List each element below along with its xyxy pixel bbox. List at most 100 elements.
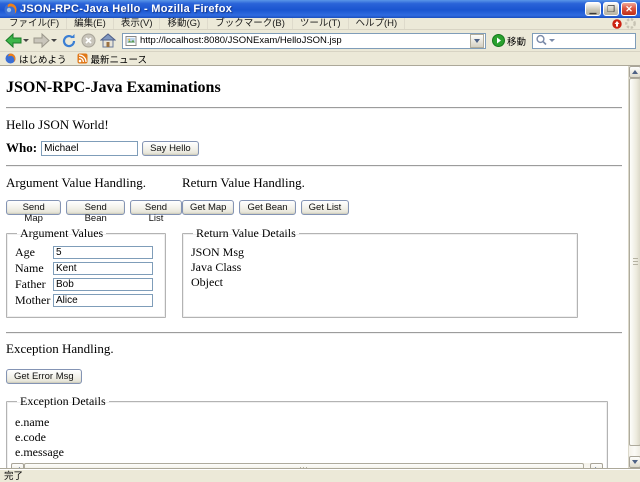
- close-button[interactable]: ✕: [621, 2, 637, 16]
- argument-section-title: Argument Value Handling.: [6, 175, 182, 191]
- java-class-label: Java Class: [191, 260, 569, 274]
- father-input[interactable]: [53, 278, 153, 291]
- minimize-button[interactable]: ▁: [585, 2, 601, 16]
- argument-values-legend: Argument Values: [17, 226, 106, 241]
- father-label: Father: [15, 277, 53, 292]
- get-list-button[interactable]: Get List: [301, 200, 350, 215]
- send-list-button[interactable]: Send List: [130, 200, 182, 215]
- page-favicon-icon[interactable]: [125, 35, 137, 47]
- address-bar[interactable]: [122, 33, 486, 49]
- content-viewport: JSON-RPC-Java Examinations Hello JSON Wo…: [0, 66, 640, 468]
- argument-values-fieldset: Argument Values Age Name Father: [6, 226, 166, 318]
- bookmark-label: 最新ニュース: [91, 52, 148, 66]
- forward-dropdown-icon[interactable]: [51, 39, 57, 42]
- forward-button[interactable]: [32, 32, 58, 50]
- horizontal-scrollbar-thumb[interactable]: [24, 463, 584, 468]
- send-bean-button[interactable]: Send Bean: [66, 200, 125, 215]
- scroll-right-button[interactable]: [590, 463, 603, 468]
- object-label: Object: [191, 275, 569, 289]
- menu-help[interactable]: ヘルプ(H): [349, 18, 406, 29]
- divider: [6, 332, 622, 334]
- bookmark-getting-started[interactable]: はじめよう: [5, 52, 67, 66]
- argument-row: Age: [15, 245, 157, 260]
- say-hello-button[interactable]: Say Hello: [142, 141, 199, 156]
- menu-view[interactable]: 表示(V): [114, 18, 161, 29]
- age-input[interactable]: [53, 246, 153, 259]
- vertical-scrollbar-thumb[interactable]: [629, 78, 640, 446]
- name-input[interactable]: [53, 262, 153, 275]
- argument-row: Father: [15, 277, 157, 292]
- restore-button[interactable]: ❐: [603, 2, 619, 16]
- stop-icon: [81, 33, 96, 48]
- menu-go[interactable]: 移動(G): [160, 18, 208, 29]
- age-label: Age: [15, 245, 53, 260]
- mother-label: Mother: [15, 293, 53, 308]
- name-label: Name: [15, 261, 53, 276]
- argument-row: Mother: [15, 293, 157, 308]
- exception-section-title: Exception Handling.: [6, 341, 622, 357]
- address-dropdown-button[interactable]: [470, 34, 484, 48]
- back-dropdown-icon[interactable]: [23, 39, 29, 42]
- web-page: JSON-RPC-Java Examinations Hello JSON Wo…: [0, 66, 628, 468]
- bookmark-label: はじめよう: [19, 52, 67, 66]
- menu-tools[interactable]: ツール(T): [293, 18, 349, 29]
- menu-bookmarks[interactable]: ブックマーク(B): [208, 18, 293, 29]
- home-button[interactable]: [99, 32, 117, 50]
- go-label: 移動: [507, 34, 526, 48]
- navigation-toolbar: 移動: [0, 30, 640, 52]
- return-section-title: Return Value Handling.: [182, 175, 622, 191]
- stop-button[interactable]: [80, 32, 97, 50]
- page-title: JSON-RPC-Java Examinations: [6, 79, 622, 97]
- hello-text: Hello JSON World!: [6, 117, 622, 133]
- search-icon[interactable]: [535, 34, 548, 47]
- argument-row: Name: [15, 261, 157, 276]
- menubar: ファイル(F) 編集(E) 表示(V) 移動(G) ブックマーク(B) ツール(…: [0, 18, 640, 30]
- update-alert-icon[interactable]: [612, 19, 622, 29]
- back-icon: [5, 33, 22, 48]
- home-icon: [100, 33, 116, 48]
- get-error-msg-button[interactable]: Get Error Msg: [6, 369, 82, 384]
- menu-file[interactable]: ファイル(F): [2, 18, 67, 29]
- go-button[interactable]: 移動: [488, 32, 530, 50]
- mother-input[interactable]: [53, 294, 153, 307]
- vertical-scrollbar[interactable]: [628, 66, 640, 468]
- titlebar: JSON-RPC-Java Hello - Mozilla Firefox ▁ …: [0, 0, 640, 18]
- return-value-details-legend: Return Value Details: [193, 226, 299, 241]
- scroll-down-button[interactable]: [629, 456, 640, 468]
- get-bean-button[interactable]: Get Bean: [239, 200, 295, 215]
- json-msg-label: JSON Msg: [191, 245, 569, 259]
- rss-icon: [77, 53, 88, 64]
- get-map-button[interactable]: Get Map: [182, 200, 234, 215]
- e-message-label: e.message: [15, 445, 599, 459]
- throbber-icon: [625, 18, 636, 29]
- exception-details-fieldset: Exception Details e.name e.code e.messag…: [6, 394, 608, 468]
- who-label: Who:: [6, 140, 37, 156]
- window-title: JSON-RPC-Java Hello - Mozilla Firefox: [20, 3, 585, 15]
- bookmarks-toolbar: はじめよう 最新ニュース: [0, 52, 640, 66]
- divider: [6, 107, 622, 109]
- status-text: 完了: [4, 468, 23, 482]
- forward-icon: [33, 33, 50, 48]
- scroll-left-button[interactable]: [11, 463, 24, 468]
- reload-button[interactable]: [60, 32, 78, 50]
- back-button[interactable]: [4, 32, 30, 50]
- menu-edit[interactable]: 編集(E): [67, 18, 114, 29]
- exception-details-legend: Exception Details: [17, 394, 109, 409]
- firefox-app-icon: [4, 3, 17, 16]
- divider: [6, 165, 622, 167]
- who-input[interactable]: [41, 141, 138, 156]
- search-input[interactable]: [555, 36, 633, 46]
- bookmark-latest-news[interactable]: 最新ニュース: [77, 52, 148, 66]
- url-input[interactable]: [140, 35, 470, 47]
- reload-icon: [61, 33, 77, 49]
- scroll-up-button[interactable]: [629, 66, 640, 78]
- e-name-label: e.name: [15, 415, 599, 429]
- browser-window: JSON-RPC-Java Hello - Mozilla Firefox ▁ …: [0, 0, 640, 480]
- firefox-bookmark-icon: [5, 53, 16, 64]
- horizontal-scrollbar[interactable]: [11, 463, 603, 468]
- return-value-details-fieldset: Return Value Details JSON Msg Java Class…: [182, 226, 578, 318]
- send-map-button[interactable]: Send Map: [6, 200, 61, 215]
- e-code-label: e.code: [15, 430, 599, 444]
- status-bar: 完了: [0, 468, 640, 480]
- search-box[interactable]: [532, 33, 636, 49]
